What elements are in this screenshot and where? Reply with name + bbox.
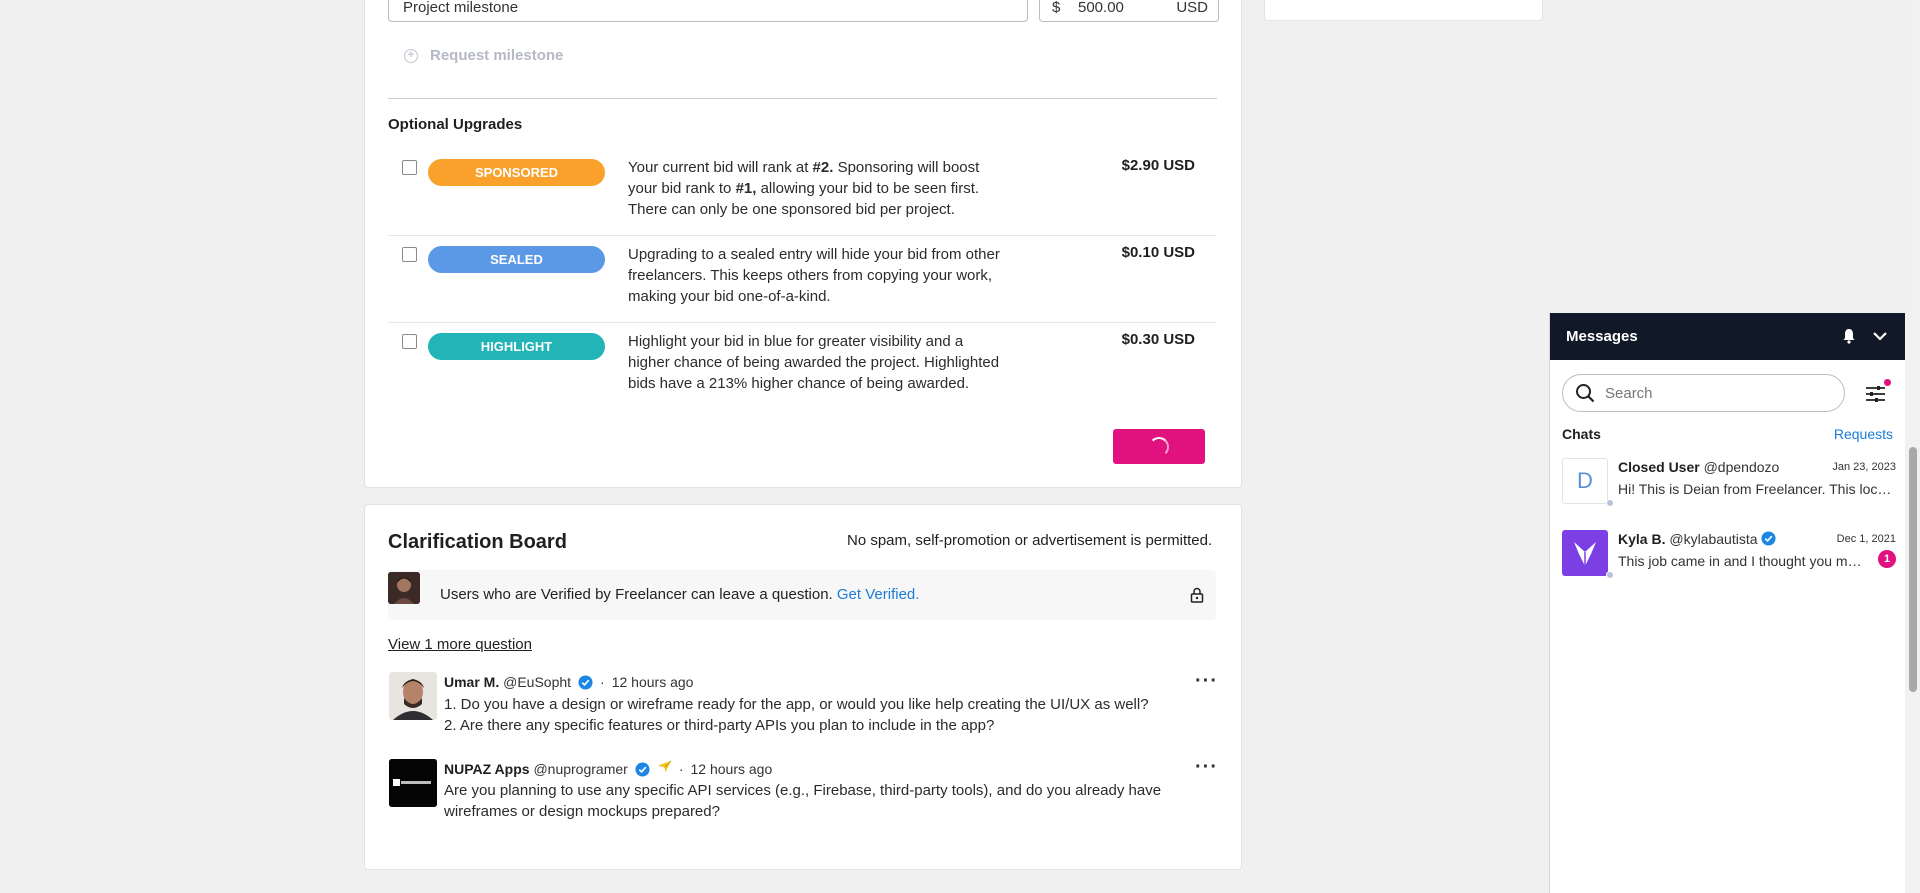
chat-preview: Hi! This is Deian from Freelancer. This … <box>1618 481 1896 497</box>
chat-item-closed-user[interactable]: D Closed User @dpendozo Jan 23, 2023 Hi!… <box>1562 458 1896 518</box>
offline-status-dot <box>1606 499 1614 507</box>
chats-label: Chats <box>1562 426 1601 442</box>
upgrade-row-highlight: HIGHLIGHT Highlight your bid in blue for… <box>388 324 1216 410</box>
sealed-price: $0.10 USD <box>1121 244 1195 261</box>
sponsored-checkbox[interactable] <box>402 160 417 175</box>
milestone-amount-input[interactable]: $ 500.00 USD <box>1039 0 1219 22</box>
add-circle-icon: + <box>404 48 418 63</box>
question-header: NUPAZ Apps @nuprogramer · 12 hours ago <box>444 760 772 778</box>
more-options-icon[interactable]: ··· <box>1195 756 1218 779</box>
messages-panel: Messages Search Chats Requests D Closed … <box>1549 313 1906 893</box>
chat-name: Kyla B. @kylabautista <box>1618 531 1776 547</box>
question-text: 1. Do you have a design or wireframe rea… <box>444 696 1149 734</box>
highlight-checkbox[interactable] <box>402 334 417 349</box>
currency-code: USD <box>1176 0 1208 16</box>
place-bid-button[interactable] <box>1113 429 1205 464</box>
question-author-avatar <box>389 759 437 807</box>
question-author-avatar <box>389 672 437 720</box>
sealed-badge: SEALED <box>428 246 605 273</box>
milestone-amount-value: 500.00 <box>1078 0 1124 16</box>
sponsored-description: Your current bid will rank at #2. Sponso… <box>628 159 980 218</box>
notification-dot <box>1884 379 1891 386</box>
request-milestone-button[interactable]: + Request milestone <box>404 47 563 64</box>
question-time: 12 hours ago <box>690 761 773 777</box>
verified-badge-icon <box>1761 531 1776 546</box>
sealed-description: Upgrading to a sealed entry will hide yo… <box>628 246 1000 305</box>
chat-preview: This job came in and I thought you might… <box>1618 553 1863 569</box>
offline-status-dot <box>1606 571 1614 579</box>
page-scrollbar[interactable] <box>1905 0 1920 893</box>
milestone-description-value: Project milestone <box>403 0 519 16</box>
upgrade-row-sealed: SEALED Upgrading to a sealed entry will … <box>388 237 1216 323</box>
chevron-down-icon[interactable] <box>1872 329 1888 348</box>
scrollbar-thumb[interactable] <box>1909 447 1917 692</box>
get-verified-link[interactable]: Get Verified. <box>837 586 920 603</box>
chat-item-kyla[interactable]: Kyla B. @kylabautista Dec 1, 2021 This j… <box>1562 530 1896 590</box>
avatar: D <box>1562 458 1608 504</box>
bell-icon[interactable] <box>1842 328 1856 349</box>
milestone-description-input[interactable]: Project milestone <box>388 0 1028 22</box>
lock-icon <box>1190 587 1204 608</box>
messages-header[interactable]: Messages <box>1550 313 1906 360</box>
search-placeholder: Search <box>1605 385 1653 402</box>
highlight-price: $0.30 USD <box>1121 331 1195 348</box>
question-author[interactable]: NUPAZ Apps @nuprogramer <box>444 761 628 777</box>
messages-title: Messages <box>1566 328 1638 345</box>
verified-badge-icon <box>635 761 650 777</box>
optional-upgrades-title: Optional Upgrades <box>388 116 523 133</box>
verify-text: Users who are Verified by Freelancer can… <box>440 586 920 603</box>
loading-spinner-icon <box>1149 437 1169 457</box>
dot-separator: · <box>678 761 684 777</box>
requests-link[interactable]: Requests <box>1834 426 1893 442</box>
board-policy-note: No spam, self-promotion or advertisement… <box>847 532 1213 549</box>
currency-symbol: $ <box>1052 0 1061 16</box>
sealed-checkbox[interactable] <box>402 247 417 262</box>
sponsored-badge: SPONSORED <box>428 159 605 186</box>
filter-settings-icon[interactable] <box>1865 384 1887 409</box>
avatar <box>1562 530 1608 576</box>
sponsored-price: $2.90 USD <box>1121 157 1195 174</box>
view-more-questions-link[interactable]: View 1 more question <box>388 636 532 653</box>
sidebar-card <box>1264 0 1543 21</box>
divider <box>388 98 1217 99</box>
highlight-description: Highlight your bid in blue for greater v… <box>628 333 1000 392</box>
request-milestone-label: Request milestone <box>430 47 564 64</box>
search-icon <box>1575 383 1595 408</box>
highlight-badge: HIGHLIGHT <box>428 333 605 360</box>
messages-search-input[interactable]: Search <box>1562 374 1845 412</box>
clarification-board-title: Clarification Board <box>388 531 567 553</box>
unread-count-badge: 1 <box>1878 550 1896 568</box>
preferred-freelancer-icon <box>657 760 672 778</box>
chat-date: Dec 1, 2021 <box>1836 533 1896 545</box>
question-header: Umar M. @EuSopht · 12 hours ago <box>444 674 693 690</box>
chat-date: Jan 23, 2023 <box>1832 461 1896 473</box>
chat-name: Closed User @dpendozo <box>1618 459 1780 475</box>
question-author[interactable]: Umar M. @EuSopht <box>444 674 571 690</box>
verified-badge-icon <box>578 674 593 690</box>
upgrade-row-sponsored: SPONSORED Your current bid will rank at … <box>388 150 1216 236</box>
more-options-icon[interactable]: ··· <box>1195 670 1218 693</box>
dot-separator: · <box>600 674 605 690</box>
question-time: 12 hours ago <box>611 674 694 690</box>
user-avatar <box>388 572 420 604</box>
question-text: Are you planning to use any specific API… <box>444 782 1162 820</box>
verify-notice: Users who are Verified by Freelancer can… <box>388 570 1216 620</box>
